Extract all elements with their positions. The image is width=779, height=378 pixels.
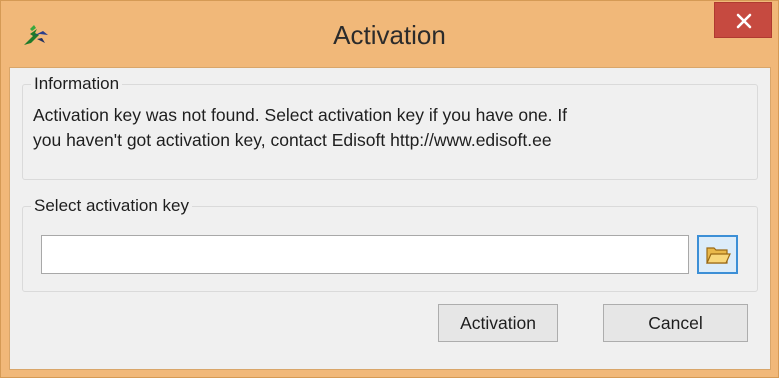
cancel-button[interactable]: Cancel [603,304,748,342]
activation-dialog: Activation Information Activation key wa… [0,0,779,378]
activation-key-input[interactable] [41,235,689,274]
title-bar[interactable]: Activation [1,1,778,67]
window-title: Activation [333,20,446,50]
information-legend: Information [34,74,120,93]
dialog-content: Information Activation key was not found… [9,67,771,370]
activation-button[interactable]: Activation [438,304,558,342]
activation-key-legend: Select activation key [34,196,189,215]
browse-button[interactable] [697,235,738,274]
close-button[interactable] [714,2,772,38]
information-text: Activation key was not found. Select act… [33,105,568,150]
